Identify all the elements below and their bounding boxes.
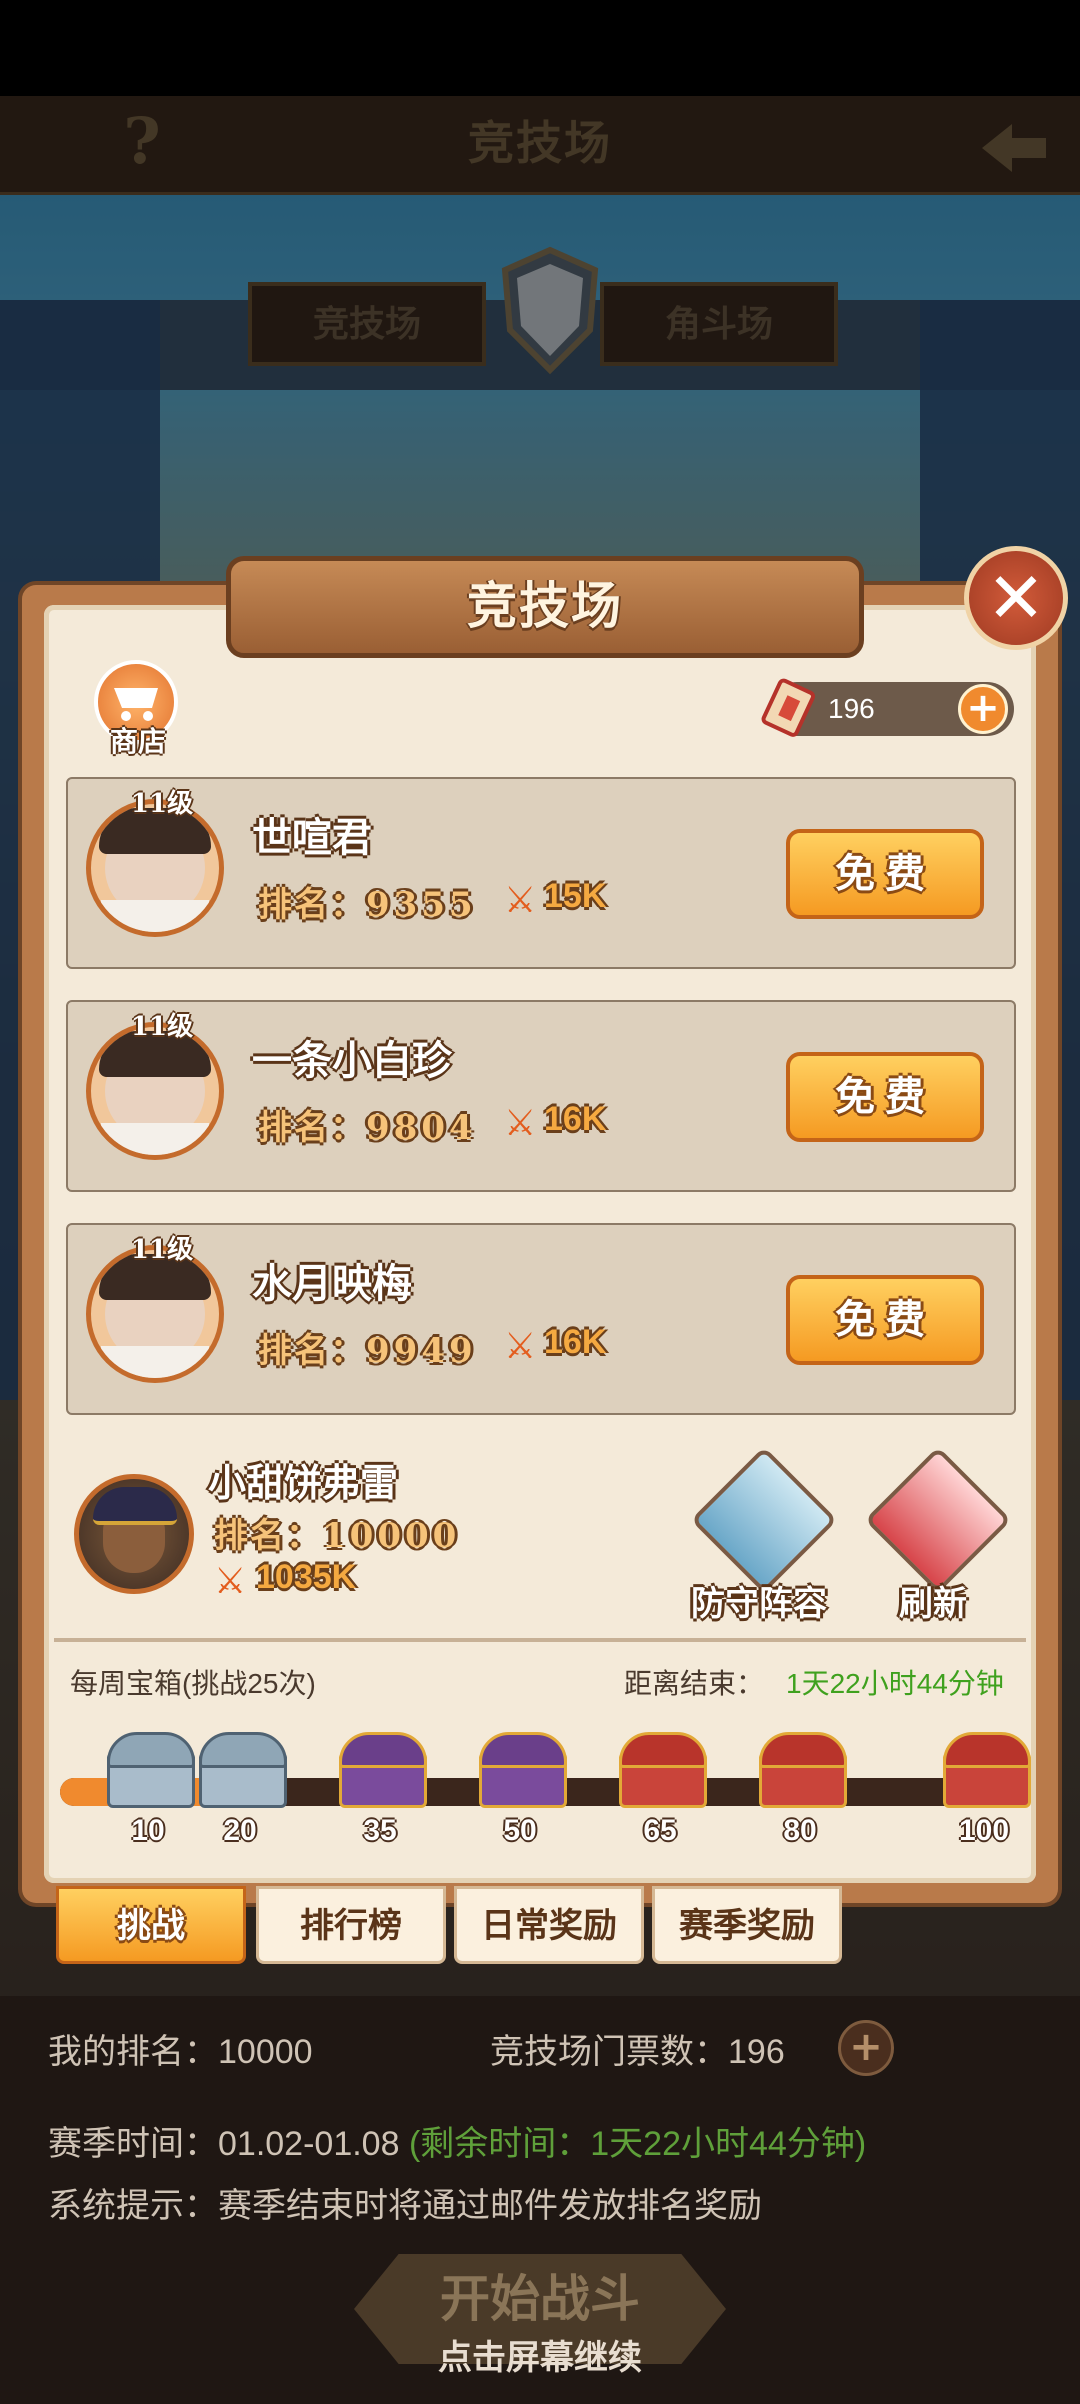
weekly-chest-label: 每周宝箱(挑战25次) [70, 1668, 316, 1699]
chest-icon[interactable] [103, 1726, 195, 1808]
opponent-rank: 排名：9949 [258, 1331, 477, 1371]
chest-icon[interactable] [195, 1726, 287, 1808]
status-bar [0, 0, 1080, 96]
crossed-swords-icon: ⚔ [504, 1326, 537, 1367]
chest-milestone: 100 [958, 1814, 1010, 1847]
chest-milestone: 10 [131, 1814, 165, 1847]
panel-title: 竞技场 [467, 576, 623, 635]
start-battle-label: 开始战斗 [440, 2269, 640, 2328]
tab-daily-rewards[interactable]: 日常奖励 [454, 1886, 644, 1964]
avatar [86, 1245, 224, 1383]
level-badge: 11级 [130, 789, 194, 819]
level-badge: 11级 [130, 1012, 194, 1042]
ticket-info: 竞技场门票数：196 [490, 2033, 785, 2071]
tab-season-rewards[interactable]: 赛季奖励 [652, 1886, 842, 1964]
opponent-card: 11级 世喧君 排名：9355 ⚔ 15K 免费 [66, 777, 1016, 969]
ticket-add-button[interactable]: + [958, 684, 1008, 734]
defense-lineup-button[interactable]: 防守阵容 [684, 1446, 838, 1628]
challenge-button[interactable]: 免费 [786, 1275, 984, 1365]
tab-challenge[interactable]: 挑战 [56, 1886, 246, 1964]
crossed-swords-icon: ⚔ [504, 1103, 537, 1144]
self-name: 小甜饼弗雷 [208, 1460, 399, 1505]
challenge-button[interactable]: 免费 [786, 829, 984, 919]
opponent-card: 11级 一条小白珍 排名：9804 ⚔ 16K 免费 [66, 1000, 1016, 1192]
opponent-rank: 排名：9355 [258, 885, 477, 925]
opponent-name: 水月映梅 [252, 1260, 412, 1307]
chest-icon[interactable] [939, 1726, 1031, 1808]
shop-button[interactable]: 商店 [94, 660, 182, 760]
close-button[interactable]: ✕ [964, 546, 1068, 650]
chest-milestone: 65 [643, 1814, 677, 1847]
chest-icon[interactable] [755, 1726, 847, 1808]
opponent-name: 世喧君 [252, 814, 372, 861]
opponent-power: 16K [544, 1323, 607, 1361]
level-badge: 11级 [130, 1235, 194, 1265]
season-remaining: (剩余时间：1天22小时44分钟) [408, 2125, 867, 2163]
defense-label: 防守阵容 [691, 1584, 827, 1624]
opponent-power: 15K [544, 877, 607, 915]
ticket-counter: 196 + [761, 678, 1014, 737]
ticket-icon [761, 678, 815, 737]
shop-label: 商店 [109, 725, 166, 758]
challenge-button[interactable]: 免费 [786, 1052, 984, 1142]
tab-ranking[interactable]: 排行榜 [256, 1886, 446, 1964]
chest-icon[interactable] [475, 1726, 567, 1808]
opponent-name: 一条小白珍 [252, 1037, 452, 1084]
refresh-label: 刷新 [899, 1584, 967, 1624]
avatar [86, 799, 224, 937]
ticket-info-add-button[interactable]: + [838, 2020, 894, 2076]
ticket-count: 196 [828, 693, 875, 724]
divider [54, 1638, 1026, 1642]
countdown-label: 距离结束： [624, 1668, 765, 1699]
chest-icon[interactable] [615, 1726, 707, 1808]
avatar [86, 1022, 224, 1160]
opponent-power: 16K [544, 1100, 607, 1138]
refresh-button[interactable]: 刷新 [858, 1446, 1012, 1628]
chest-milestone: 20 [223, 1814, 257, 1847]
self-avatar [74, 1474, 194, 1594]
my-rank: 我的排名：10000 [48, 2033, 313, 2071]
castle-icon [690, 1446, 838, 1594]
countdown-value: 1天22小时44分钟 [786, 1668, 1004, 1699]
chest-icon[interactable] [335, 1726, 427, 1808]
crossed-swords-icon: ⚔ [504, 880, 537, 921]
close-icon: ✕ [986, 557, 1046, 639]
system-tip: 系统提示：赛季结束时将通过邮件发放排名奖励 [48, 2187, 762, 2225]
refresh-icon [864, 1446, 1012, 1594]
chest-milestone: 35 [363, 1814, 397, 1847]
opponent-card: 11级 水月映梅 排名：9949 ⚔ 16K 免费 [66, 1223, 1016, 1415]
opponent-rank: 排名：9804 [258, 1108, 477, 1148]
chest-milestone: 50 [503, 1814, 537, 1847]
self-power: 1035K [256, 1558, 357, 1596]
continue-hint[interactable]: 点击屏幕继续 [340, 2330, 740, 2380]
self-rank: 排名：10000 [214, 1516, 461, 1556]
crossed-swords-icon: ⚔ [214, 1561, 247, 1602]
chest-milestone: 80 [783, 1814, 817, 1847]
season-time: 赛季时间：01.02-01.08 (剩余时间：1天22小时44分钟) [48, 2125, 867, 2163]
